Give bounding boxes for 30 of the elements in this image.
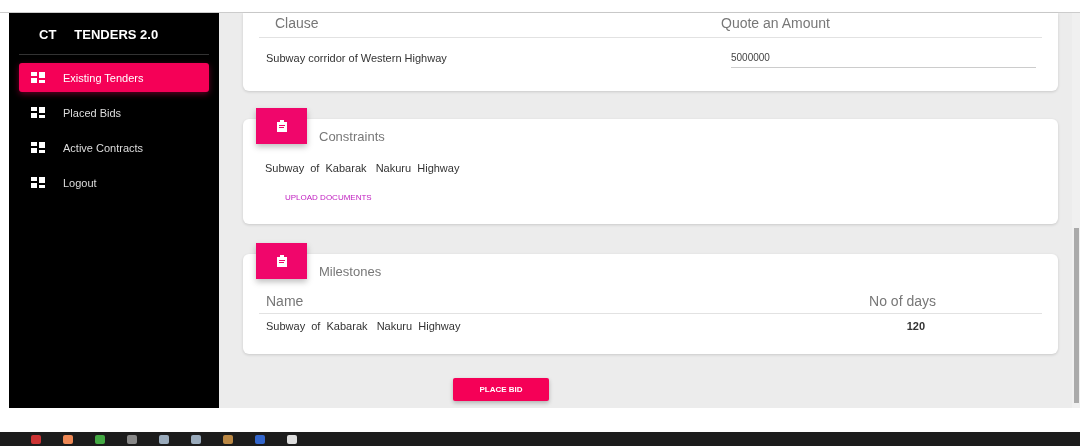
nav-item[interactable]: Active Contracts xyxy=(19,133,209,162)
clipboard-icon xyxy=(275,120,288,132)
taskbar-app-icon[interactable] xyxy=(190,434,202,444)
card-title: Constraints xyxy=(319,129,385,144)
taskbar-app-icon[interactable] xyxy=(286,434,298,444)
brand-short: CT xyxy=(39,27,57,42)
taskbar-app-icon[interactable] xyxy=(94,434,106,444)
table-cell-text: Subway corridor of Western Highway xyxy=(266,52,448,64)
upload-documents-button[interactable]: UPLOAD DOCUMENTS xyxy=(285,193,372,202)
nav-item[interactable]: Existing Tenders xyxy=(19,63,209,92)
constraint-text: Subway of Kabarak Nakuru Highway xyxy=(265,162,460,174)
column-header: Clause xyxy=(275,15,320,31)
place-bid-button[interactable]: PLACE BID xyxy=(453,378,549,401)
taskbar-app-icon[interactable] xyxy=(222,434,234,444)
column-header: No of days xyxy=(868,293,936,309)
table-cell-text: 120 xyxy=(905,320,925,332)
brand-title: TENDERS 2.0 xyxy=(74,27,159,42)
column-header: Quote an Amount xyxy=(721,15,831,31)
card-title: Milestones xyxy=(319,264,382,279)
column-header: Name xyxy=(266,293,305,309)
taskbar-app-icon[interactable] xyxy=(62,434,74,444)
nav-item[interactable]: Placed Bids xyxy=(19,98,209,127)
dashboard-icon xyxy=(31,107,45,118)
dashboard-icon xyxy=(31,142,45,153)
taskbar-app-icon[interactable] xyxy=(158,434,170,444)
dashboard-icon xyxy=(31,72,45,83)
dashboard-icon xyxy=(31,177,45,188)
clipboard-icon xyxy=(275,255,288,267)
table-cell-text: Subway of Kabarak Nakuru Highway xyxy=(266,320,462,332)
nav-item[interactable]: Logout xyxy=(19,168,209,197)
